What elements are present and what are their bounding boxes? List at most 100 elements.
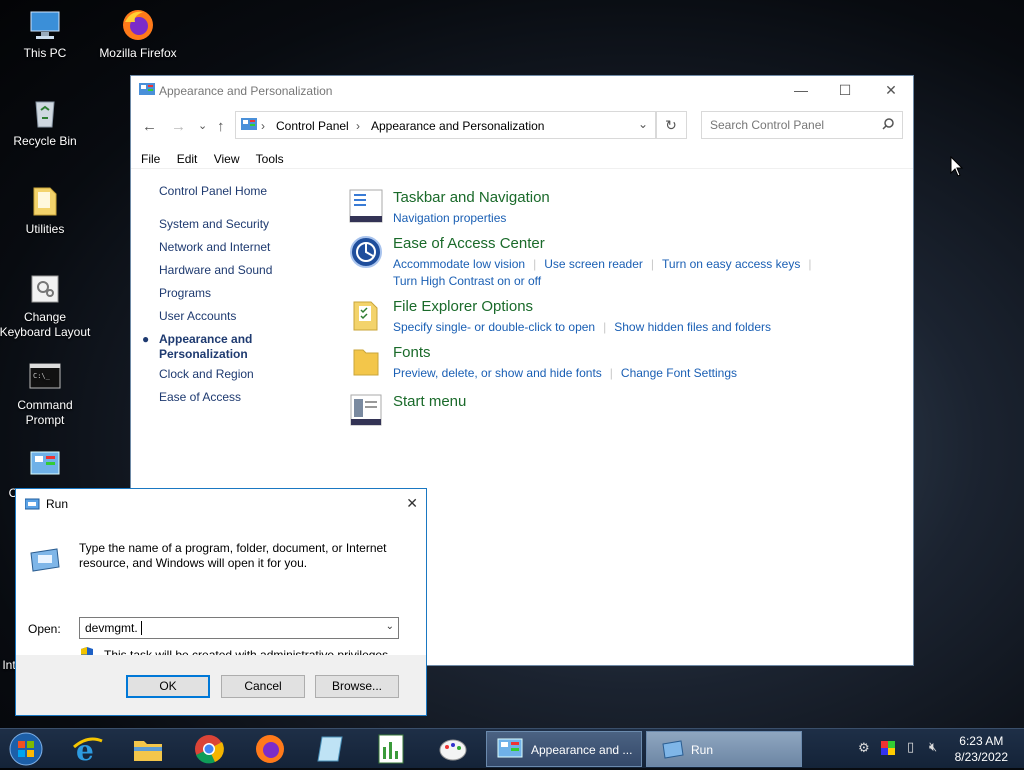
run-titlebar[interactable]: Run ✕ xyxy=(16,489,426,518)
desktop-icon-utilities[interactable]: Utilities xyxy=(0,184,93,237)
taskbar-paint[interactable] xyxy=(437,733,469,765)
link-separator: | xyxy=(808,257,812,271)
clock-date: 8/23/2022 xyxy=(954,750,1008,764)
desktop-icon-label: Mozilla Firefox xyxy=(99,46,177,60)
active-bullet-icon: ● xyxy=(142,332,150,346)
chevron-down-icon[interactable]: ⌄ xyxy=(638,117,648,131)
category-title[interactable]: Ease of Access Center xyxy=(393,235,545,252)
menu-view[interactable]: View xyxy=(214,152,240,166)
menu-tools[interactable]: Tools xyxy=(256,152,284,166)
link-screen-reader[interactable]: Use screen reader xyxy=(544,257,643,271)
chevron-down-icon[interactable]: ⌄ xyxy=(386,621,394,632)
recent-locations-icon[interactable]: ⌄ xyxy=(198,119,207,132)
computer-icon xyxy=(28,8,62,42)
close-button[interactable]: ✕ xyxy=(868,76,914,105)
back-arrow-icon[interactable]: ← xyxy=(142,118,157,135)
control-panel-icon xyxy=(241,118,257,135)
link-high-contrast[interactable]: Turn High Contrast on or off xyxy=(393,274,541,288)
category-title[interactable]: Fonts xyxy=(393,344,431,361)
ok-button[interactable]: OK xyxy=(126,675,210,698)
address-bar[interactable]: › Control Panel › Appearance and Persona… xyxy=(235,111,657,139)
nav-ease-of-access[interactable]: Ease of Access xyxy=(159,390,241,404)
nav-system-security[interactable]: System and Security xyxy=(159,217,269,231)
browse-button[interactable]: Browse... xyxy=(315,675,399,698)
task-label: Appearance and ... xyxy=(531,743,633,757)
desktop-icon-command-prompt[interactable]: C:\_ Command Prompt xyxy=(0,360,93,428)
window-title: Appearance and Personalization xyxy=(159,84,333,98)
color-tray-icon[interactable] xyxy=(881,741,895,758)
menu-edit[interactable]: Edit xyxy=(177,152,198,166)
up-arrow-icon[interactable]: ↑ xyxy=(217,118,225,135)
taskbar-task-control-panel[interactable]: Appearance and ... xyxy=(486,731,642,767)
search-input[interactable]: Search Control Panel xyxy=(701,111,903,139)
desktop-icon-label: Recycle Bin xyxy=(13,134,77,148)
run-body: Type the name of a program, folder, docu… xyxy=(16,518,426,662)
nav-control-panel-home[interactable]: Control Panel Home xyxy=(159,184,267,198)
link-hidden-files[interactable]: Show hidden files and folders xyxy=(614,320,771,334)
spreadsheet-icon xyxy=(378,734,404,764)
text-caret xyxy=(141,621,142,635)
link-font-settings[interactable]: Change Font Settings xyxy=(621,366,737,380)
taskbar-spreadsheet[interactable] xyxy=(375,733,407,765)
nav-user-accounts[interactable]: User Accounts xyxy=(159,309,236,323)
nav-clock-region[interactable]: Clock and Region xyxy=(159,367,254,381)
usb-tray-icon[interactable]: ▯ xyxy=(907,739,914,755)
nav-programs[interactable]: Programs xyxy=(159,286,211,300)
link-low-vision[interactable]: Accommodate low vision xyxy=(393,257,525,271)
link-separator: | xyxy=(609,366,613,380)
volume-muted-icon[interactable]: 🔇︎ xyxy=(929,739,937,755)
start-button[interactable] xyxy=(8,731,44,767)
fonts-folder-icon xyxy=(349,344,383,378)
internet-explorer-icon: e xyxy=(73,734,103,767)
category-links: Specify single- or double-click to open |… xyxy=(393,319,771,336)
category-title[interactable]: File Explorer Options xyxy=(393,298,533,315)
breadcrumb-appearance[interactable]: Appearance and Personalization xyxy=(371,119,544,133)
link-preview-fonts[interactable]: Preview, delete, or show and hide fonts xyxy=(393,366,602,380)
category-links: Navigation properties xyxy=(393,210,506,227)
breadcrumb-control-panel[interactable]: Control Panel xyxy=(276,119,349,133)
taskbar-task-run[interactable]: Run xyxy=(646,731,802,767)
taskbar-file-explorer[interactable] xyxy=(132,733,164,765)
desktop-icon-keyboard-layout[interactable]: Change Keyboard Layout xyxy=(0,272,93,340)
link-separator: | xyxy=(650,257,655,271)
link-navigation-properties[interactable]: Navigation properties xyxy=(393,211,506,225)
minimize-button[interactable]: — xyxy=(778,76,824,105)
taskbar-notepad[interactable] xyxy=(314,733,346,765)
search-placeholder: Search Control Panel xyxy=(710,118,825,132)
run-dialog: Run ✕ Type the name of a program, folder… xyxy=(15,488,427,716)
nav-appearance-active[interactable]: Appearance and Personalization xyxy=(159,332,259,362)
desktop-icon-firefox[interactable]: Mozilla Firefox xyxy=(90,8,186,61)
link-easy-access-keys[interactable]: Turn on easy access keys xyxy=(662,257,800,271)
taskbar-firefox[interactable] xyxy=(254,733,286,765)
desktop-icon-this-pc[interactable]: This PC xyxy=(0,8,93,61)
control-panel-icon xyxy=(139,83,155,100)
clock-time: 6:23 AM xyxy=(959,734,1004,748)
taskbar-icon xyxy=(349,189,383,223)
nav-network-internet[interactable]: Network and Internet xyxy=(159,240,270,254)
forward-arrow-icon[interactable]: → xyxy=(171,118,186,135)
refresh-button[interactable]: ↻ xyxy=(655,111,687,139)
breadcrumb-separator: › xyxy=(356,119,360,133)
taskbar-chrome[interactable] xyxy=(193,733,225,765)
category-title[interactable]: Start menu xyxy=(393,393,466,410)
open-value: devmgmt. xyxy=(85,621,138,635)
link-single-double-click[interactable]: Specify single- or double-click to open xyxy=(393,320,595,334)
menu-bar: File Edit View Tools xyxy=(141,152,297,166)
category-title[interactable]: Taskbar and Navigation xyxy=(393,189,550,206)
cancel-button[interactable]: Cancel xyxy=(221,675,305,698)
close-icon[interactable]: ✕ xyxy=(406,495,418,512)
desktop-icon-label: Utilities xyxy=(25,222,65,236)
taskbar-clock[interactable]: 6:23 AM 8/23/2022 xyxy=(955,733,1008,765)
firefox-icon xyxy=(121,8,155,42)
nav-hardware-sound[interactable]: Hardware and Sound xyxy=(159,263,272,277)
window-titlebar[interactable]: Appearance and Personalization — ☐ ✕ xyxy=(131,76,913,105)
open-combo-input[interactable]: devmgmt. ⌄ xyxy=(79,617,399,639)
menu-file[interactable]: File xyxy=(141,152,160,166)
mouse-cursor-icon xyxy=(950,156,964,177)
network-tray-icon[interactable]: ⚙ xyxy=(858,740,870,756)
terminal-icon: C:\_ xyxy=(28,360,62,394)
address-row: ← → ⌄ ↑ › Control Panel › Appearance and… xyxy=(131,110,913,142)
taskbar-ie[interactable]: e xyxy=(72,733,104,767)
maximize-button[interactable]: ☐ xyxy=(822,76,868,105)
desktop-icon-recycle-bin[interactable]: Recycle Bin xyxy=(0,96,93,149)
